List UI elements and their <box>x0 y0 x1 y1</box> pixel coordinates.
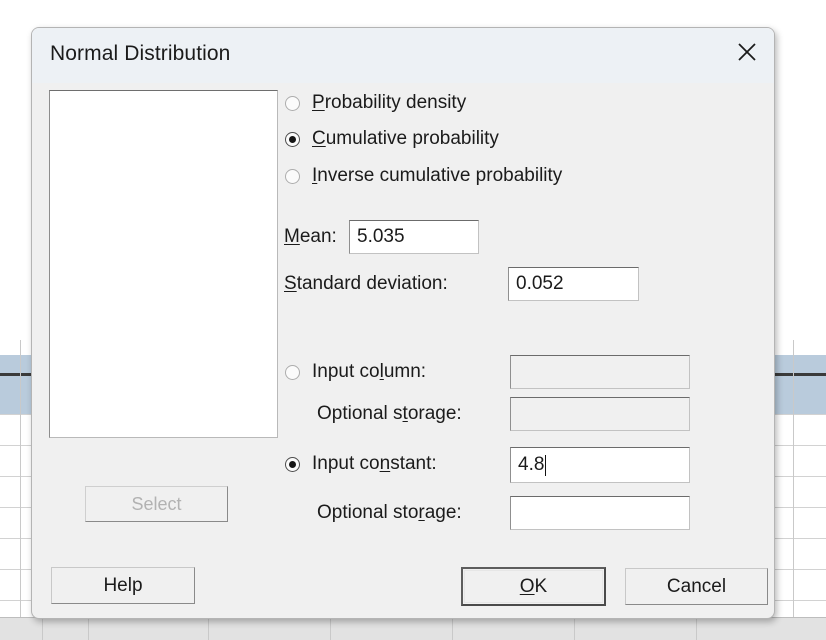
standard-deviation-input[interactable]: 0.052 <box>508 267 639 301</box>
radio-indicator[interactable] <box>285 169 300 184</box>
cancel-button[interactable]: Cancel <box>625 568 768 605</box>
ok-button-label: OK <box>520 576 547 598</box>
worksheet-footer-col-line <box>42 618 43 640</box>
radio-indicator[interactable] <box>285 96 300 111</box>
optional-storage-constant-label: Optional storage: <box>317 502 462 524</box>
radio-label: Input column: <box>312 361 426 383</box>
worksheet-footer-row <box>0 617 826 640</box>
standard-deviation-label: Standard deviation: <box>284 273 448 295</box>
optional-storage-column-field[interactable] <box>510 397 690 431</box>
input-constant-value: 4.8 <box>518 454 544 476</box>
variables-listbox[interactable] <box>49 90 278 438</box>
worksheet-footer-col-line <box>574 618 575 640</box>
radio-label: Cumulative probability <box>312 128 499 150</box>
radio-label: Probability density <box>312 92 466 114</box>
radio-probability-density[interactable]: Probability density <box>285 92 466 114</box>
optional-storage-column-label: Optional storage: <box>317 403 462 425</box>
mean-input[interactable]: 5.035 <box>349 220 479 254</box>
mean-label: Mean: <box>284 226 337 248</box>
close-icon[interactable] <box>720 28 774 76</box>
input-column-field[interactable] <box>510 355 690 389</box>
radio-label: Input constant: <box>312 453 437 475</box>
worksheet-column-line <box>793 340 794 640</box>
radio-input-constant[interactable]: Input constant: <box>285 453 437 475</box>
radio-label: Inverse cumulative probability <box>312 165 562 187</box>
normal-distribution-dialog: Normal Distribution Select Probability d… <box>31 27 775 619</box>
worksheet-footer-col-line <box>696 618 697 640</box>
standard-deviation-input-value: 0.052 <box>516 273 564 295</box>
mean-input-value: 5.035 <box>357 226 405 248</box>
help-button[interactable]: Help <box>51 567 195 604</box>
select-button[interactable]: Select <box>85 486 228 522</box>
radio-indicator[interactable] <box>285 457 300 472</box>
worksheet-footer-col-line <box>208 618 209 640</box>
ok-button[interactable]: OK <box>461 567 606 606</box>
dialog-title: Normal Distribution <box>50 42 230 66</box>
input-constant-field[interactable]: 4.8 <box>510 447 690 483</box>
radio-indicator[interactable] <box>285 132 300 147</box>
worksheet-footer-col-line <box>330 618 331 640</box>
worksheet-column-line <box>20 340 21 640</box>
radio-indicator[interactable] <box>285 365 300 380</box>
optional-storage-constant-field[interactable] <box>510 496 690 530</box>
text-caret <box>545 455 546 476</box>
dialog-titlebar: Normal Distribution <box>32 28 774 83</box>
radio-cumulative-probability[interactable]: Cumulative probability <box>285 128 499 150</box>
worksheet-footer-col-line <box>88 618 89 640</box>
radio-inverse-cumulative-probability[interactable]: Inverse cumulative probability <box>285 165 562 187</box>
worksheet-footer-col-line <box>452 618 453 640</box>
radio-input-column[interactable]: Input column: <box>285 361 426 383</box>
